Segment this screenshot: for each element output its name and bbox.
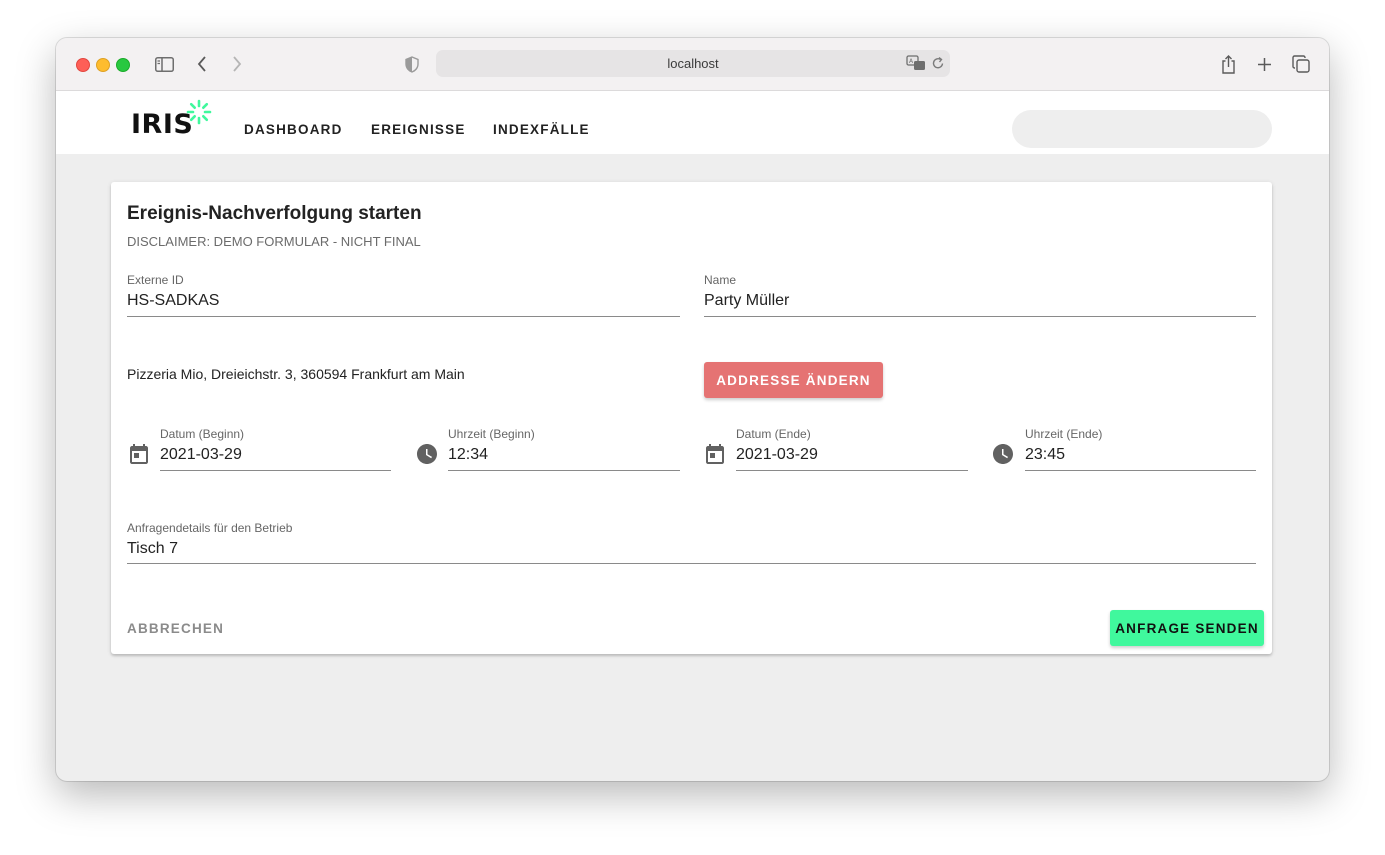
end-date-label: Datum (Ende) xyxy=(736,427,811,441)
start-date-field[interactable]: Datum (Beginn) 2021-03-29 xyxy=(160,427,391,471)
name-field[interactable]: Name Party Müller xyxy=(704,273,1256,317)
send-request-button[interactable]: ANFRAGE SENDEN xyxy=(1110,610,1264,646)
tab-overview-icon[interactable] xyxy=(1291,53,1311,75)
calendar-icon[interactable] xyxy=(703,442,727,466)
back-icon[interactable] xyxy=(194,53,210,75)
translate-icon[interactable]: A xyxy=(906,55,926,76)
search-input[interactable] xyxy=(1012,110,1272,148)
browser-window: localhost A IRIS DASHBOARD EREIGNISSE IN… xyxy=(56,38,1329,781)
reload-icon[interactable] xyxy=(932,56,945,75)
minimize-window-button[interactable] xyxy=(96,58,110,72)
clock-icon[interactable] xyxy=(991,442,1015,466)
forward-icon[interactable] xyxy=(229,53,245,75)
end-time-value: 23:45 xyxy=(1025,446,1066,463)
name-value: Party Müller xyxy=(704,292,790,309)
browser-toolbar: localhost A xyxy=(56,38,1329,91)
url-text: localhost xyxy=(667,56,719,71)
event-tracking-form: Ereignis-Nachverfolgung starten DISCLAIM… xyxy=(111,182,1272,654)
change-address-button[interactable]: ADDRESSE ÄNDERN xyxy=(704,362,883,398)
end-date-value: 2021-03-29 xyxy=(736,446,818,463)
form-disclaimer: DISCLAIMER: DEMO FORMULAR - NICHT FINAL xyxy=(127,234,421,249)
clock-icon[interactable] xyxy=(415,442,439,466)
start-time-field[interactable]: Uhrzeit (Beginn) 12:34 xyxy=(448,427,680,471)
nav-ereignisse[interactable]: EREIGNISSE xyxy=(371,122,466,137)
new-tab-icon[interactable] xyxy=(1255,53,1273,75)
external-id-value: HS-SADKAS xyxy=(127,292,220,309)
start-time-label: Uhrzeit (Beginn) xyxy=(448,427,535,441)
calendar-icon[interactable] xyxy=(127,442,151,466)
external-id-field[interactable]: Externe ID HS-SADKAS xyxy=(127,273,680,317)
logo-text: IRIS xyxy=(131,109,194,140)
address-bar[interactable]: localhost A xyxy=(436,50,950,77)
form-title: Ereignis-Nachverfolgung starten xyxy=(127,203,422,224)
request-details-label: Anfragendetails für den Betrieb xyxy=(127,521,293,535)
privacy-shield-icon[interactable] xyxy=(404,53,420,75)
end-time-field[interactable]: Uhrzeit (Ende) 23:45 xyxy=(1025,427,1256,471)
zoom-window-button[interactable] xyxy=(116,58,130,72)
sidebar-toggle-icon[interactable] xyxy=(153,53,175,75)
external-id-label: Externe ID xyxy=(127,273,184,287)
nav-dashboard[interactable]: DASHBOARD xyxy=(244,122,343,137)
svg-text:A: A xyxy=(909,58,914,65)
request-details-field[interactable]: Anfragendetails für den Betrieb Tisch 7 xyxy=(127,521,1256,564)
start-time-value: 12:34 xyxy=(448,446,489,463)
name-label: Name xyxy=(704,273,737,287)
address-text: Pizzeria Mio, Dreieichstr. 3, 360594 Fra… xyxy=(127,366,465,382)
end-time-label: Uhrzeit (Ende) xyxy=(1025,427,1103,441)
cancel-button[interactable]: ABBRECHEN xyxy=(127,610,224,646)
nav-indexfaelle[interactable]: INDEXFÄLLE xyxy=(493,122,590,137)
close-window-button[interactable] xyxy=(76,58,90,72)
app-bar: IRIS DASHBOARD EREIGNISSE INDEXFÄLLE xyxy=(56,91,1329,154)
start-date-value: 2021-03-29 xyxy=(160,446,242,463)
spinner-logo-icon xyxy=(186,99,212,125)
start-date-label: Datum (Beginn) xyxy=(160,427,245,441)
share-icon[interactable] xyxy=(1219,53,1237,75)
end-date-field[interactable]: Datum (Ende) 2021-03-29 xyxy=(736,427,968,471)
request-details-value: Tisch 7 xyxy=(127,540,178,557)
